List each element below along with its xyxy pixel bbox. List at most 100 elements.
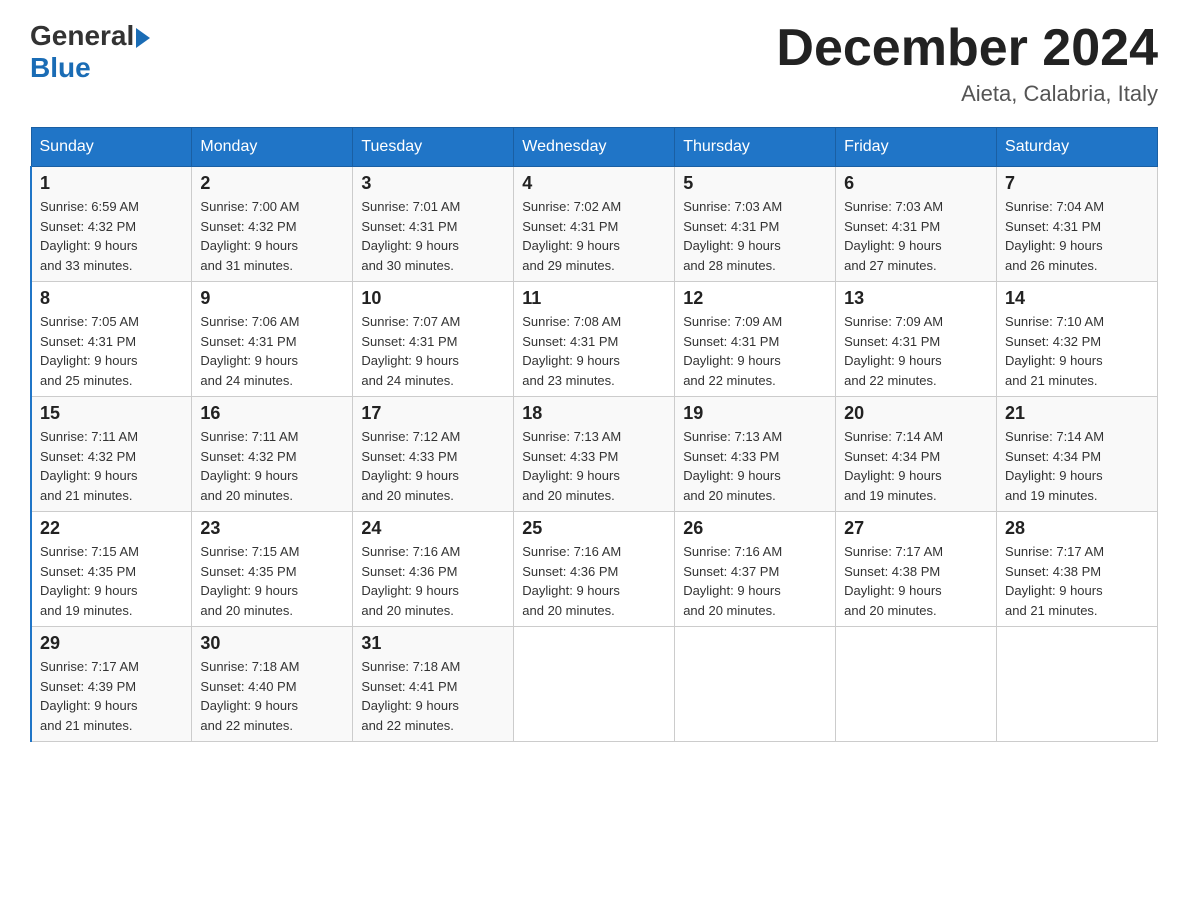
day-info: Sunrise: 7:18 AM Sunset: 4:41 PM Dayligh… bbox=[361, 657, 505, 735]
calendar-cell bbox=[675, 627, 836, 742]
day-info: Sunrise: 7:15 AM Sunset: 4:35 PM Dayligh… bbox=[40, 542, 183, 620]
logo-blue-text: Blue bbox=[30, 52, 150, 84]
header-saturday: Saturday bbox=[997, 128, 1158, 167]
day-number: 19 bbox=[683, 403, 827, 424]
logo-arrow-icon bbox=[136, 28, 150, 48]
calendar-cell: 24 Sunrise: 7:16 AM Sunset: 4:36 PM Dayl… bbox=[353, 512, 514, 627]
day-info: Sunrise: 7:02 AM Sunset: 4:31 PM Dayligh… bbox=[522, 197, 666, 275]
calendar-cell: 5 Sunrise: 7:03 AM Sunset: 4:31 PM Dayli… bbox=[675, 167, 836, 282]
day-info: Sunrise: 7:11 AM Sunset: 4:32 PM Dayligh… bbox=[40, 427, 183, 505]
day-info: Sunrise: 7:08 AM Sunset: 4:31 PM Dayligh… bbox=[522, 312, 666, 390]
day-number: 13 bbox=[844, 288, 988, 309]
logo: General Blue bbox=[30, 20, 150, 84]
header-thursday: Thursday bbox=[675, 128, 836, 167]
calendar-subtitle: Aieta, Calabria, Italy bbox=[776, 81, 1158, 107]
calendar-cell: 7 Sunrise: 7:04 AM Sunset: 4:31 PM Dayli… bbox=[997, 167, 1158, 282]
week-row-5: 29 Sunrise: 7:17 AM Sunset: 4:39 PM Dayl… bbox=[31, 627, 1158, 742]
day-info: Sunrise: 7:04 AM Sunset: 4:31 PM Dayligh… bbox=[1005, 197, 1149, 275]
day-number: 15 bbox=[40, 403, 183, 424]
day-number: 20 bbox=[844, 403, 988, 424]
calendar-cell bbox=[514, 627, 675, 742]
day-number: 27 bbox=[844, 518, 988, 539]
day-number: 3 bbox=[361, 173, 505, 194]
day-number: 31 bbox=[361, 633, 505, 654]
day-number: 26 bbox=[683, 518, 827, 539]
day-info: Sunrise: 7:07 AM Sunset: 4:31 PM Dayligh… bbox=[361, 312, 505, 390]
day-info: Sunrise: 7:17 AM Sunset: 4:38 PM Dayligh… bbox=[1005, 542, 1149, 620]
calendar-cell: 16 Sunrise: 7:11 AM Sunset: 4:32 PM Dayl… bbox=[192, 397, 353, 512]
day-info: Sunrise: 7:03 AM Sunset: 4:31 PM Dayligh… bbox=[844, 197, 988, 275]
calendar-cell: 10 Sunrise: 7:07 AM Sunset: 4:31 PM Dayl… bbox=[353, 282, 514, 397]
day-number: 5 bbox=[683, 173, 827, 194]
day-number: 24 bbox=[361, 518, 505, 539]
calendar-cell: 29 Sunrise: 7:17 AM Sunset: 4:39 PM Dayl… bbox=[31, 627, 192, 742]
day-number: 17 bbox=[361, 403, 505, 424]
calendar-cell: 1 Sunrise: 6:59 AM Sunset: 4:32 PM Dayli… bbox=[31, 167, 192, 282]
day-number: 6 bbox=[844, 173, 988, 194]
day-info: Sunrise: 7:11 AM Sunset: 4:32 PM Dayligh… bbox=[200, 427, 344, 505]
calendar-cell: 6 Sunrise: 7:03 AM Sunset: 4:31 PM Dayli… bbox=[836, 167, 997, 282]
day-info: Sunrise: 7:16 AM Sunset: 4:37 PM Dayligh… bbox=[683, 542, 827, 620]
day-number: 12 bbox=[683, 288, 827, 309]
calendar-cell: 26 Sunrise: 7:16 AM Sunset: 4:37 PM Dayl… bbox=[675, 512, 836, 627]
day-info: Sunrise: 7:10 AM Sunset: 4:32 PM Dayligh… bbox=[1005, 312, 1149, 390]
header-tuesday: Tuesday bbox=[353, 128, 514, 167]
week-row-1: 1 Sunrise: 6:59 AM Sunset: 4:32 PM Dayli… bbox=[31, 167, 1158, 282]
title-section: December 2024 Aieta, Calabria, Italy bbox=[776, 20, 1158, 107]
calendar-cell: 11 Sunrise: 7:08 AM Sunset: 4:31 PM Dayl… bbox=[514, 282, 675, 397]
calendar-cell: 28 Sunrise: 7:17 AM Sunset: 4:38 PM Dayl… bbox=[997, 512, 1158, 627]
day-number: 1 bbox=[40, 173, 183, 194]
week-row-3: 15 Sunrise: 7:11 AM Sunset: 4:32 PM Dayl… bbox=[31, 397, 1158, 512]
day-number: 28 bbox=[1005, 518, 1149, 539]
calendar-cell: 12 Sunrise: 7:09 AM Sunset: 4:31 PM Dayl… bbox=[675, 282, 836, 397]
calendar-cell: 31 Sunrise: 7:18 AM Sunset: 4:41 PM Dayl… bbox=[353, 627, 514, 742]
week-row-4: 22 Sunrise: 7:15 AM Sunset: 4:35 PM Dayl… bbox=[31, 512, 1158, 627]
day-info: Sunrise: 7:09 AM Sunset: 4:31 PM Dayligh… bbox=[683, 312, 827, 390]
day-number: 30 bbox=[200, 633, 344, 654]
day-number: 29 bbox=[40, 633, 183, 654]
day-number: 10 bbox=[361, 288, 505, 309]
calendar-cell bbox=[836, 627, 997, 742]
calendar-cell: 9 Sunrise: 7:06 AM Sunset: 4:31 PM Dayli… bbox=[192, 282, 353, 397]
day-info: Sunrise: 7:17 AM Sunset: 4:39 PM Dayligh… bbox=[40, 657, 183, 735]
header-wednesday: Wednesday bbox=[514, 128, 675, 167]
day-info: Sunrise: 7:12 AM Sunset: 4:33 PM Dayligh… bbox=[361, 427, 505, 505]
day-info: Sunrise: 7:13 AM Sunset: 4:33 PM Dayligh… bbox=[522, 427, 666, 505]
day-number: 11 bbox=[522, 288, 666, 309]
week-row-2: 8 Sunrise: 7:05 AM Sunset: 4:31 PM Dayli… bbox=[31, 282, 1158, 397]
day-number: 14 bbox=[1005, 288, 1149, 309]
day-number: 18 bbox=[522, 403, 666, 424]
calendar-cell: 13 Sunrise: 7:09 AM Sunset: 4:31 PM Dayl… bbox=[836, 282, 997, 397]
header-monday: Monday bbox=[192, 128, 353, 167]
day-info: Sunrise: 7:16 AM Sunset: 4:36 PM Dayligh… bbox=[522, 542, 666, 620]
day-number: 25 bbox=[522, 518, 666, 539]
day-info: Sunrise: 7:18 AM Sunset: 4:40 PM Dayligh… bbox=[200, 657, 344, 735]
calendar-cell: 3 Sunrise: 7:01 AM Sunset: 4:31 PM Dayli… bbox=[353, 167, 514, 282]
calendar-cell: 19 Sunrise: 7:13 AM Sunset: 4:33 PM Dayl… bbox=[675, 397, 836, 512]
day-info: Sunrise: 7:06 AM Sunset: 4:31 PM Dayligh… bbox=[200, 312, 344, 390]
day-info: Sunrise: 7:14 AM Sunset: 4:34 PM Dayligh… bbox=[1005, 427, 1149, 505]
calendar-cell: 20 Sunrise: 7:14 AM Sunset: 4:34 PM Dayl… bbox=[836, 397, 997, 512]
logo-general-text: General bbox=[30, 20, 134, 52]
calendar-cell: 17 Sunrise: 7:12 AM Sunset: 4:33 PM Dayl… bbox=[353, 397, 514, 512]
calendar-table: SundayMondayTuesdayWednesdayThursdayFrid… bbox=[30, 127, 1158, 742]
day-info: Sunrise: 7:01 AM Sunset: 4:31 PM Dayligh… bbox=[361, 197, 505, 275]
day-info: Sunrise: 7:15 AM Sunset: 4:35 PM Dayligh… bbox=[200, 542, 344, 620]
calendar-cell: 25 Sunrise: 7:16 AM Sunset: 4:36 PM Dayl… bbox=[514, 512, 675, 627]
calendar-cell: 14 Sunrise: 7:10 AM Sunset: 4:32 PM Dayl… bbox=[997, 282, 1158, 397]
calendar-cell bbox=[997, 627, 1158, 742]
calendar-cell: 15 Sunrise: 7:11 AM Sunset: 4:32 PM Dayl… bbox=[31, 397, 192, 512]
day-number: 22 bbox=[40, 518, 183, 539]
day-number: 16 bbox=[200, 403, 344, 424]
day-info: Sunrise: 7:09 AM Sunset: 4:31 PM Dayligh… bbox=[844, 312, 988, 390]
day-info: Sunrise: 7:14 AM Sunset: 4:34 PM Dayligh… bbox=[844, 427, 988, 505]
day-number: 4 bbox=[522, 173, 666, 194]
page-header: General Blue December 2024 Aieta, Calabr… bbox=[30, 20, 1158, 107]
calendar-cell: 21 Sunrise: 7:14 AM Sunset: 4:34 PM Dayl… bbox=[997, 397, 1158, 512]
day-number: 7 bbox=[1005, 173, 1149, 194]
day-info: Sunrise: 7:17 AM Sunset: 4:38 PM Dayligh… bbox=[844, 542, 988, 620]
calendar-cell: 18 Sunrise: 7:13 AM Sunset: 4:33 PM Dayl… bbox=[514, 397, 675, 512]
header-friday: Friday bbox=[836, 128, 997, 167]
day-info: Sunrise: 7:05 AM Sunset: 4:31 PM Dayligh… bbox=[40, 312, 183, 390]
calendar-cell: 23 Sunrise: 7:15 AM Sunset: 4:35 PM Dayl… bbox=[192, 512, 353, 627]
